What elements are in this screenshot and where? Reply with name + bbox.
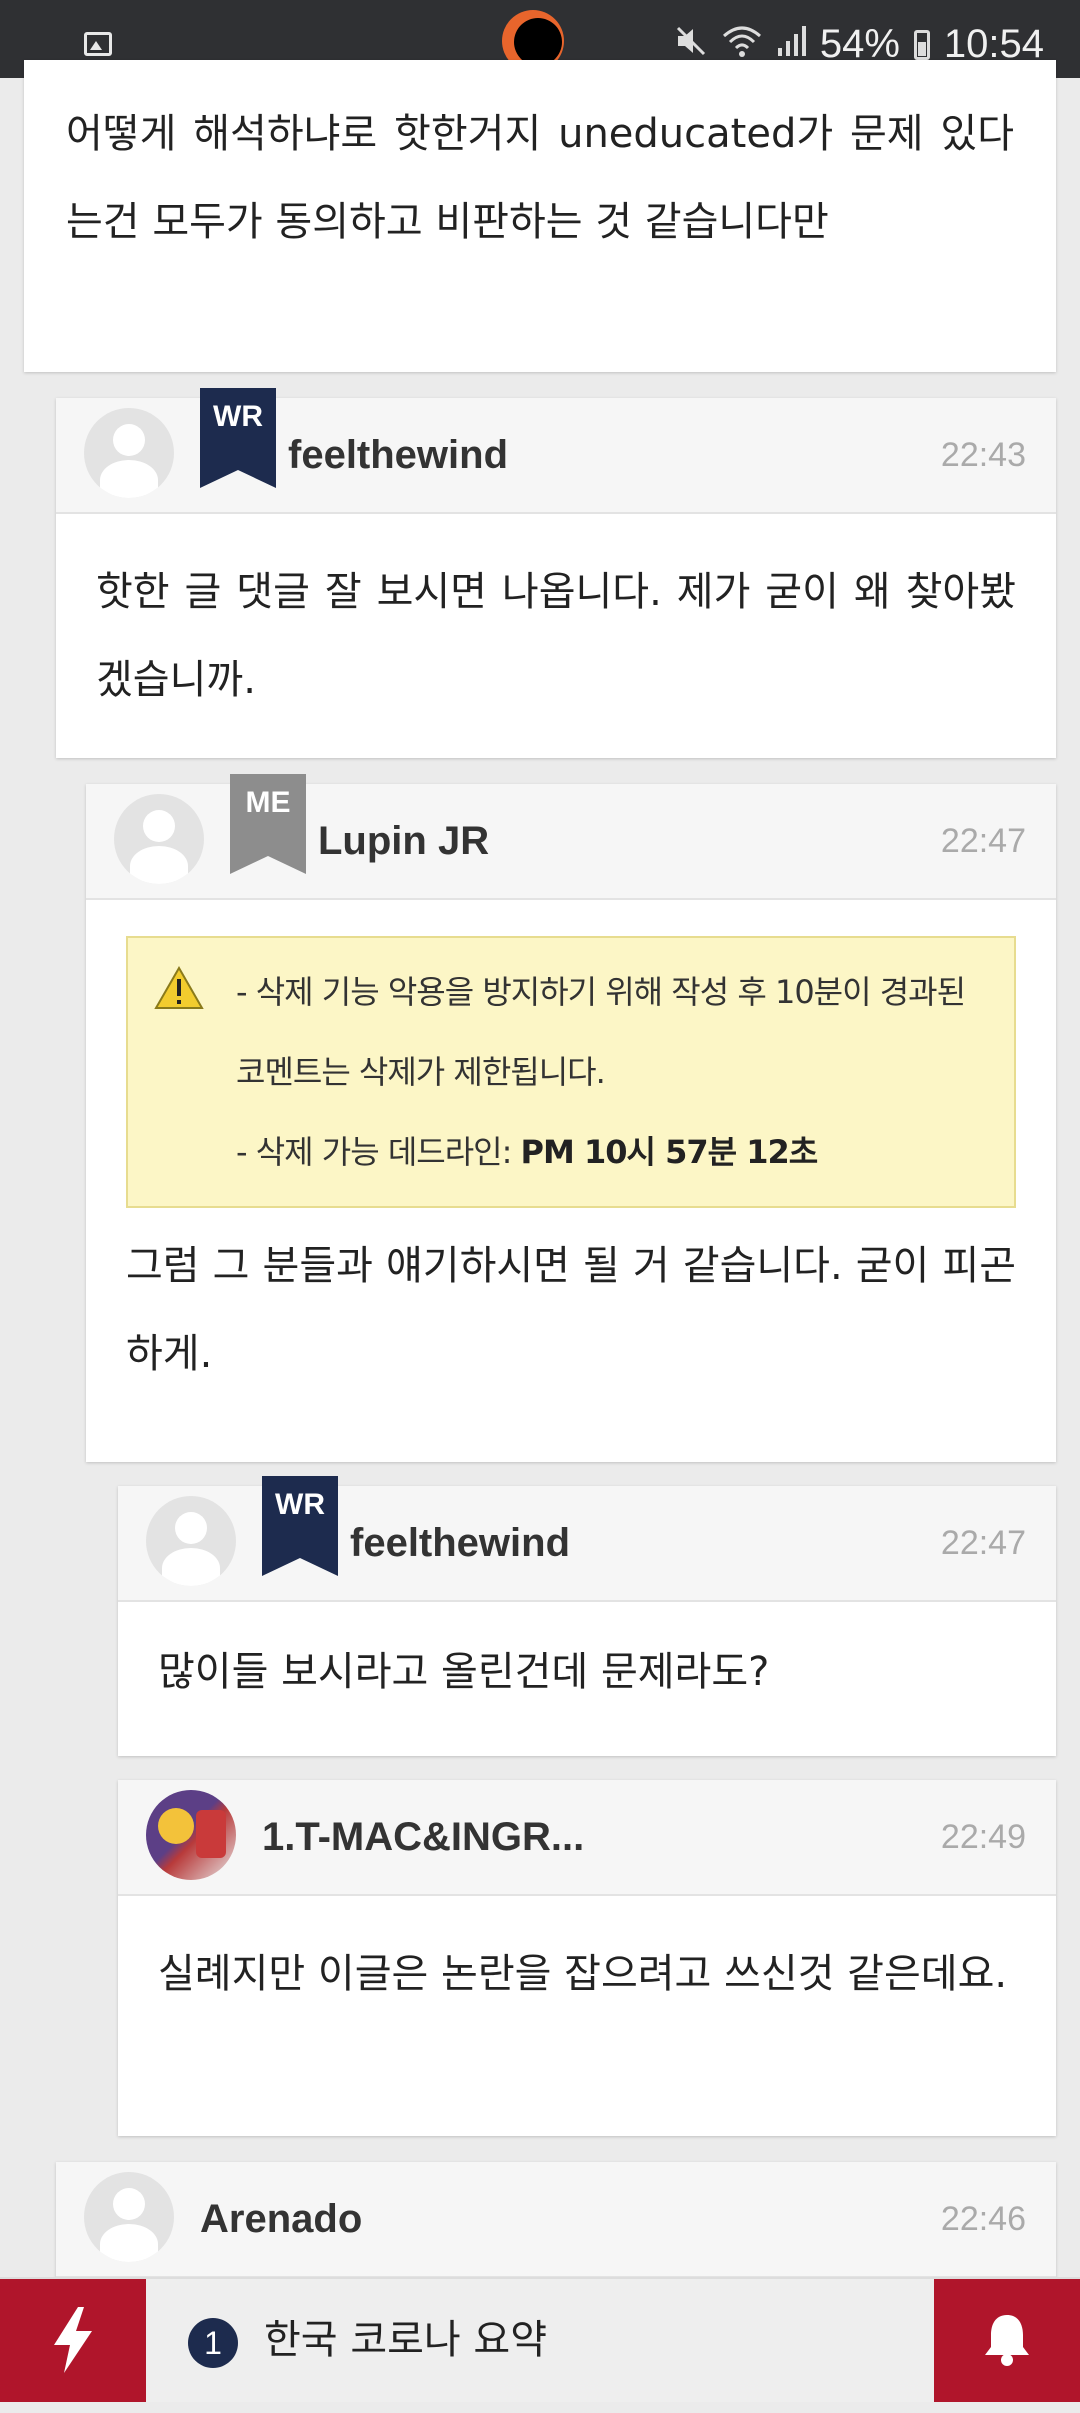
avatar[interactable] <box>84 2172 174 2262</box>
notification-button[interactable] <box>934 2279 1080 2402</box>
avatar[interactable] <box>114 794 204 884</box>
comment-card: WR feelthewind 22:43 핫한 글 댓글 잘 보시면 나옵니다.… <box>56 388 1056 758</box>
avatar[interactable] <box>146 1496 236 1586</box>
username[interactable]: feelthewind <box>288 398 508 512</box>
delete-notice: - 삭제 기능 악용을 방지하기 위해 작성 후 10분이 경과된 코멘트는 삭… <box>126 936 1016 1208</box>
me-badge: ME <box>230 774 306 874</box>
comment-header: Arenado 22:46 <box>56 2162 1056 2278</box>
gallery-icon <box>84 32 112 56</box>
deadline-value: PM 10시 57분 12초 <box>520 1133 819 1171</box>
comment-card: WR feelthewind 22:47 많이들 보시라고 올린건데 문제라도? <box>118 1476 1056 1756</box>
comment-time: 22:49 <box>940 1818 1026 1856</box>
comment-time: 22:47 <box>940 1524 1026 1562</box>
comment-text: 많이들 보시라고 올린건데 문제라도? <box>158 1649 770 1695</box>
warning-icon <box>154 966 204 1009</box>
avatar[interactable] <box>84 408 174 498</box>
username[interactable]: 1.T-MAC&INGR... <box>262 1780 584 1894</box>
comment-time: 22:47 <box>940 822 1026 860</box>
comment-header: WR feelthewind 22:43 <box>56 388 1056 514</box>
rank-badge: 1 <box>188 2318 238 2368</box>
comment-time: 22:43 <box>940 436 1026 474</box>
comment-card: 1.T-MAC&INGR... 22:49 실례지만 이글은 논란을 잡으려고 … <box>118 1780 1056 2136</box>
comment-header: WR feelthewind 22:47 <box>118 1476 1056 1602</box>
notice-line: - 삭제 기능 악용을 방지하기 위해 작성 후 10분이 경과된 코멘트는 삭… <box>236 973 966 1091</box>
trending-headline[interactable]: 한국 코로나 요약 <box>264 2279 547 2402</box>
bell-icon <box>985 2315 1029 2366</box>
username[interactable]: Lupin JR <box>318 784 489 898</box>
lightning-icon <box>54 2307 92 2373</box>
comment-header: 1.T-MAC&INGR... 22:49 <box>118 1780 1056 1896</box>
avatar[interactable] <box>146 1790 236 1880</box>
username[interactable]: feelthewind <box>350 1486 570 1600</box>
username[interactable]: Arenado <box>200 2162 362 2276</box>
bottom-bar: 1 한국 코로나 요약 <box>0 2277 1080 2402</box>
comment-text: 그럼 그 분들과 얘기하시면 될 거 같습니다. 굳이 피곤하게. <box>126 1243 1016 1377</box>
comment-card: ME Lupin JR 22:47 - 삭제 기능 악용을 방지하기 위해 작성… <box>86 774 1056 1462</box>
writer-badge: WR <box>200 388 276 488</box>
writer-badge: WR <box>262 1476 338 1576</box>
battery-icon <box>913 29 930 60</box>
comment-text: 어떻게 해석하냐로 핫한거지 uneducated가 문제 있다는건 모두가 동… <box>66 111 1014 245</box>
comment-card: 어떻게 해석하냐로 핫한거지 uneducated가 문제 있다는건 모두가 동… <box>24 60 1056 372</box>
lightning-button[interactable] <box>0 2279 146 2402</box>
comment-header: ME Lupin JR 22:47 <box>86 774 1056 900</box>
comment-text: 핫한 글 댓글 잘 보시면 나옵니다. 제가 굳이 왜 찾아봤겠습니까. <box>96 569 1016 703</box>
deadline-label: - 삭제 가능 데드라인: <box>236 1133 521 1171</box>
comment-time: 22:46 <box>940 2200 1026 2238</box>
comment-text: 실례지만 이글은 논란을 잡으려고 쓰신것 같은데요. <box>158 1951 1008 1997</box>
notice-deadline: - 삭제 가능 데드라인: PM 10시 57분 12초 <box>236 1112 994 1192</box>
